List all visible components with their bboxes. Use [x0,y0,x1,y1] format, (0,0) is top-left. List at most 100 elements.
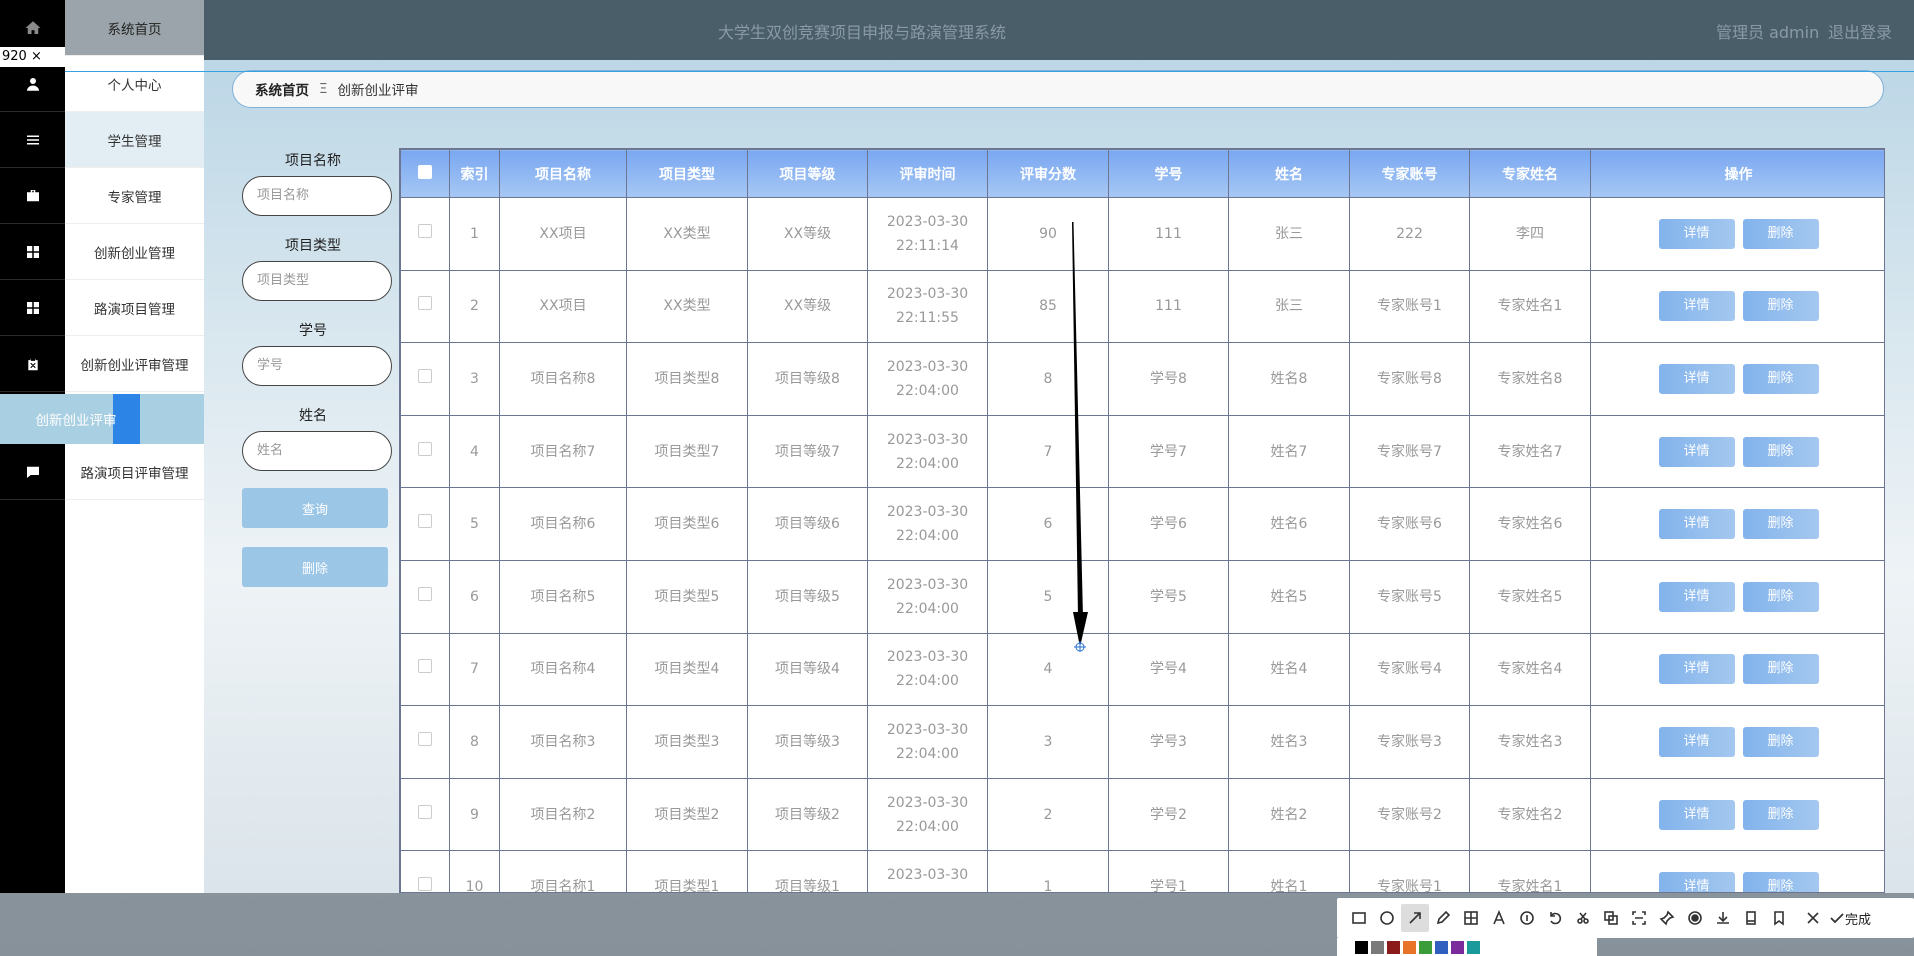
bookmark-icon[interactable] [1765,904,1793,932]
undo-icon[interactable] [1541,904,1569,932]
row-select-cell[interactable] [400,850,450,892]
delete-button[interactable]: 删除 [1742,509,1819,540]
delete-button[interactable]: 删除 [1742,291,1819,322]
delete-button[interactable]: 删除 [1742,363,1819,394]
color-swatch[interactable] [1435,940,1448,954]
grid-icon[interactable] [0,280,65,336]
ellipse-icon[interactable] [1373,904,1401,932]
text-icon[interactable] [1485,904,1513,932]
chat-icon[interactable] [0,444,65,500]
color-swatch[interactable] [1467,940,1480,954]
color-swatch[interactable] [1387,940,1400,954]
done-button[interactable]: 完成 [1829,909,1871,928]
delete-button[interactable]: 删除 [1742,726,1819,757]
breadcrumb-home[interactable]: 系统首页 [255,79,309,99]
row-checkbox[interactable] [418,804,432,819]
sidebar-item-roadshow[interactable]: 路演项目管理 [65,280,204,336]
save-icon[interactable] [1709,904,1737,932]
project-type-cell: 项目类型3 [626,705,748,779]
sidebar-item-roadshow-review[interactable]: 路演项目评审管理 [65,444,204,500]
row-select-cell[interactable] [400,777,450,852]
row-checkbox[interactable] [418,659,432,674]
select-all-cell[interactable] [400,149,450,198]
index-cell: 7 [449,632,500,707]
row-select-cell[interactable] [400,632,450,707]
delete-button[interactable]: 删除 [1742,581,1819,612]
detail-button[interactable]: 详情 [1658,799,1735,830]
translate-icon[interactable] [1597,904,1625,932]
pen-icon[interactable] [1429,904,1457,932]
row-checkbox[interactable] [418,731,432,746]
detail-button[interactable]: 详情 [1658,291,1735,322]
scan-icon[interactable] [1625,904,1653,932]
record-icon[interactable] [1681,904,1709,932]
actions-cell: 详情 删除 [1590,777,1884,852]
detail-button[interactable]: 详情 [1658,436,1735,467]
color-swatch[interactable] [1451,940,1464,954]
briefcase-icon[interactable] [0,168,65,224]
row-checkbox[interactable] [418,514,432,529]
index-cell: 6 [449,559,500,634]
detail-button[interactable]: 详情 [1658,872,1735,892]
row-select-cell[interactable] [400,559,450,634]
table-row: 8 项目名称3 项目类型3 项目等级3 2023-03-30 22:04:00 3 学号3 姓… [400,705,1884,779]
select-all-checkbox[interactable] [418,164,432,179]
long-screenshot-icon[interactable] [1737,904,1765,932]
row-select-cell[interactable] [400,487,450,561]
row-select-cell[interactable] [400,197,450,271]
project-name-input[interactable]: 项目名称 [242,176,392,216]
close-icon[interactable] [1799,904,1827,932]
row-checkbox[interactable] [418,296,432,311]
pin-icon[interactable] [1653,904,1681,932]
sidebar-item-profile[interactable]: 个人中心 [65,56,204,112]
batch-delete-button[interactable]: 删除 [242,547,388,587]
detail-button[interactable]: 详情 [1658,509,1735,540]
row-checkbox[interactable] [418,441,432,456]
detail-button[interactable]: 详情 [1658,654,1735,685]
number-icon[interactable] [1513,904,1541,932]
detail-button[interactable]: 详情 [1658,363,1735,394]
color-swatch[interactable] [1403,940,1416,954]
color-swatch[interactable] [1371,940,1384,954]
logout-link[interactable]: 退出登录 [1828,19,1892,43]
student-id-input[interactable]: 学号 [242,346,392,386]
query-button[interactable]: 查询 [242,488,388,528]
delete-button[interactable]: 删除 [1742,872,1819,892]
delete-button[interactable]: 删除 [1742,436,1819,467]
sidebar-item-innovation-review[interactable]: 创新创业评审管理 [65,336,204,392]
delete-button[interactable]: 删除 [1742,654,1819,685]
detail-button[interactable]: 详情 [1658,218,1735,249]
sidebar-item-home[interactable]: 系统首页 [65,0,204,56]
row-checkbox[interactable] [418,586,432,601]
rectangle-icon[interactable] [1345,904,1373,932]
sidebar-subitem-innovation-review[interactable]: 创新创业评审 [0,394,204,444]
project-type-input[interactable]: 项目类型 [242,261,392,301]
detail-button[interactable]: 详情 [1658,726,1735,757]
review-time-cell: 2023-03-30 22:11:14 [867,197,988,271]
row-select-cell[interactable] [400,342,450,416]
detail-button[interactable]: 详情 [1658,581,1735,612]
color-swatch[interactable] [1355,940,1368,954]
selection-border [65,71,1914,72]
row-checkbox[interactable] [418,877,432,892]
ocr-icon[interactable] [1569,904,1597,932]
row-checkbox[interactable] [418,368,432,383]
clipboard-icon[interactable] [0,336,65,392]
row-checkbox[interactable] [418,223,432,238]
row-select-cell[interactable] [400,269,450,344]
index-cell: 3 [449,342,500,416]
menu-icon[interactable] [0,112,65,168]
sidebar-item-experts[interactable]: 专家管理 [65,168,204,224]
mosaic-icon[interactable] [1457,904,1485,932]
name-input[interactable]: 姓名 [242,431,392,471]
arrow-icon[interactable] [1401,904,1429,932]
color-swatch[interactable] [1419,940,1432,954]
sidebar-item-students[interactable]: 学生管理 [65,112,204,168]
row-select-cell[interactable] [400,705,450,779]
sidebar-icon-strip [0,0,65,893]
sidebar-item-innovation[interactable]: 创新创业管理 [65,224,204,280]
grid-icon[interactable] [0,224,65,280]
row-select-cell[interactable] [400,414,450,489]
delete-button[interactable]: 删除 [1742,218,1819,249]
delete-button[interactable]: 删除 [1742,799,1819,830]
